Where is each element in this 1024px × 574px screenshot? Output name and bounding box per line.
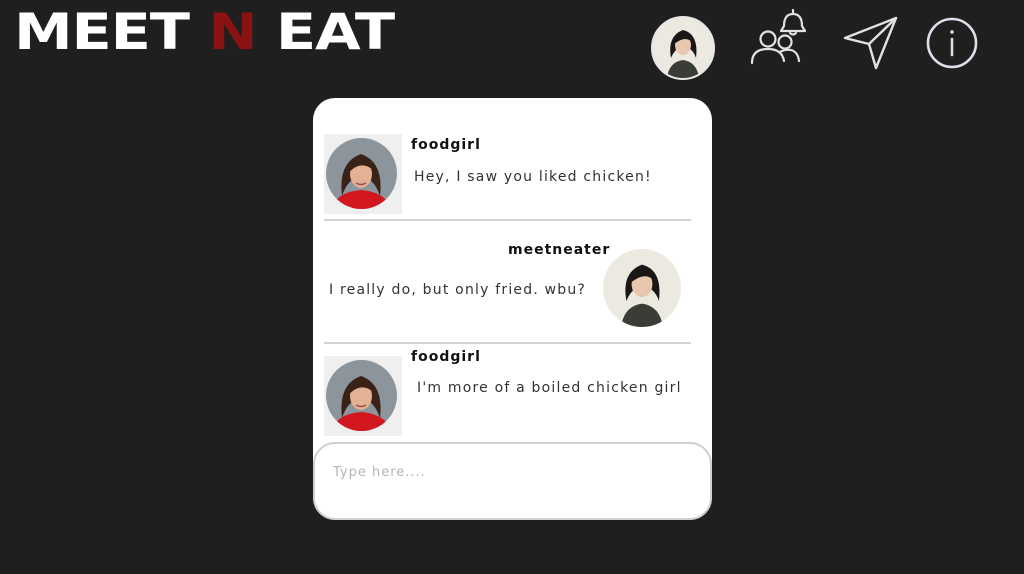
chat-panel: foodgirl Hey, I saw you liked chicken! m…	[313, 98, 712, 520]
profile-avatar-image	[653, 18, 713, 78]
message-input[interactable]	[331, 464, 675, 481]
message-username: meetneater	[508, 242, 611, 258]
message-text: I really do, but only fried. wbu?	[329, 282, 587, 298]
sender-avatar-image	[326, 138, 397, 209]
send-icon[interactable]	[842, 14, 900, 72]
message-text: I'm more of a boiled chicken girl	[417, 380, 682, 396]
friends-notification-icon[interactable]	[748, 6, 810, 68]
sender-avatar	[603, 249, 681, 327]
message-divider	[324, 342, 691, 344]
sender-avatar-image	[326, 360, 397, 431]
logo-eat: EAT	[275, 3, 395, 61]
info-icon[interactable]	[924, 15, 980, 71]
message-divider	[324, 219, 691, 221]
message-input-container	[313, 442, 712, 520]
logo-meet: MEET	[14, 3, 190, 61]
message-text: Hey, I saw you liked chicken!	[414, 169, 652, 185]
app-logo: MEET N EAT	[14, 3, 395, 61]
message-username: foodgirl	[411, 349, 481, 365]
profile-avatar[interactable]	[651, 16, 715, 80]
logo-n: N	[208, 3, 257, 61]
sender-avatar-image	[603, 249, 681, 327]
sender-avatar	[324, 134, 402, 214]
message-username: foodgirl	[411, 137, 481, 153]
sender-avatar	[324, 356, 402, 436]
